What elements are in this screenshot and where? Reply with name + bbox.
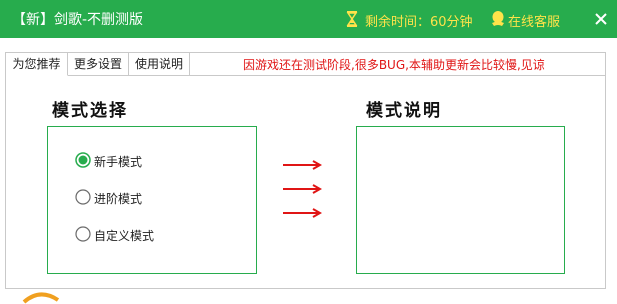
customer-service-icon [492,11,504,26]
close-icon[interactable] [594,12,608,26]
tab-divider [190,75,605,76]
radio-novice[interactable] [75,152,91,168]
arrow-right-icon [283,184,322,194]
mode-desc-box [356,126,565,274]
radio-label-custom[interactable]: 自定义模式 [94,227,154,244]
tab-bar: 为您推荐 更多设置 使用说明 因游戏还在测试阶段,很多BUG,本辅助更新会比较慢… [6,53,605,76]
logo-icon [22,292,60,304]
remaining-time: 剩余时间：60分钟 [365,15,473,30]
notice-text: 因游戏还在测试阶段,很多BUG,本辅助更新会比较慢,见谅 [243,58,545,72]
tab-recommend[interactable]: 为您推荐 [6,53,68,76]
arrow-right-icon [283,160,322,170]
tab-more-settings[interactable]: 更多设置 [68,53,129,76]
mode-select-title: 模式选择 [52,101,128,121]
radio-custom[interactable] [75,226,91,242]
online-service-link[interactable]: 在线客服 [508,11,560,30]
arrow-right-icon [283,208,322,218]
title-bar: 【新】剑歌-不删测版 剩余时间：60分钟 在线客服 [0,0,617,38]
mode-desc-title: 模式说明 [366,101,442,121]
radio-advanced[interactable] [75,189,91,205]
hourglass-icon [346,11,358,27]
window-title: 【新】剑歌-不删测版 [12,12,144,28]
radio-label-novice[interactable]: 新手模式 [94,153,142,170]
radio-label-advanced[interactable]: 进阶模式 [94,190,142,207]
tab-instructions[interactable]: 使用说明 [129,53,190,76]
